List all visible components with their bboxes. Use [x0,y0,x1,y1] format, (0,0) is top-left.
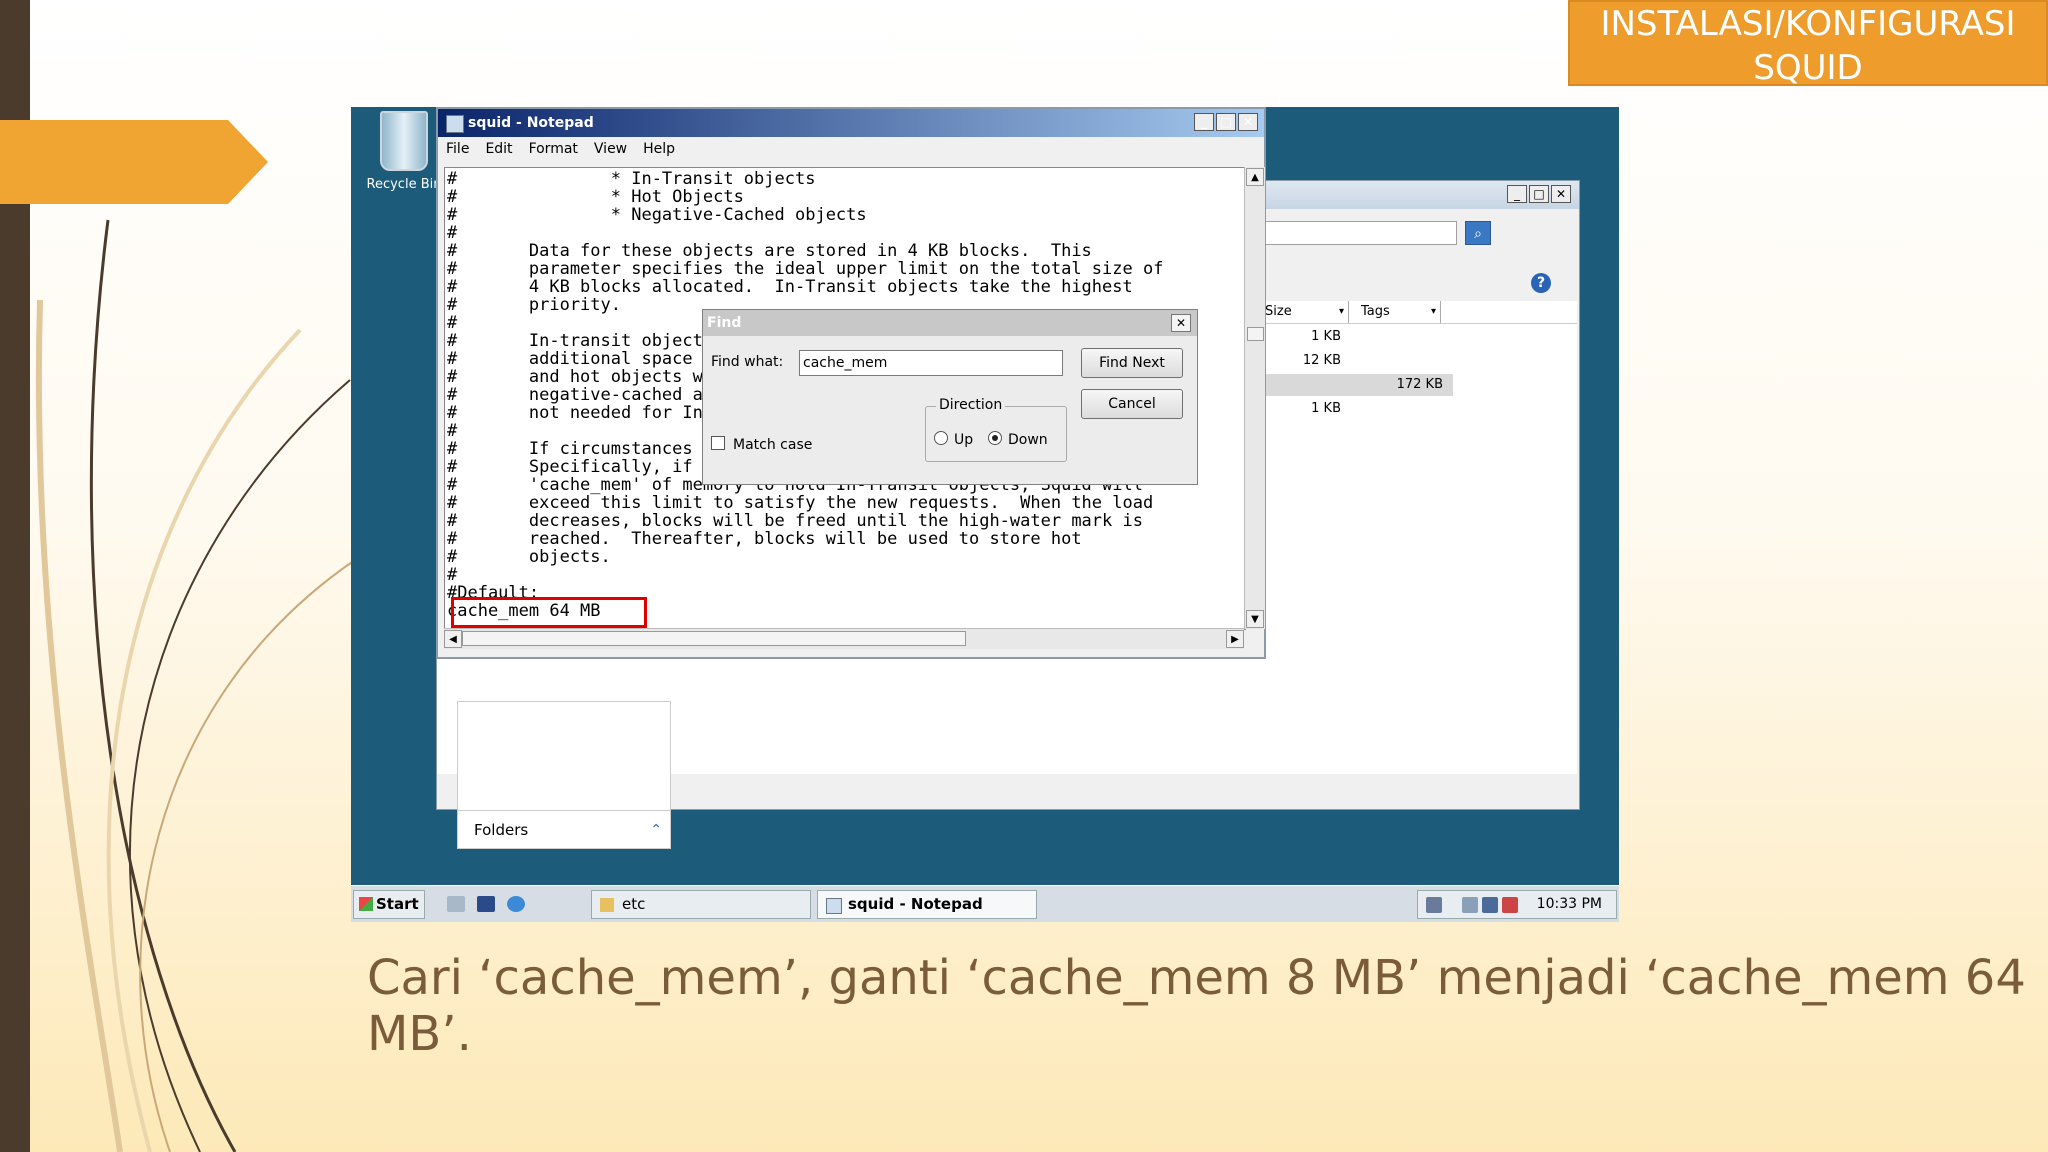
system-tray: 10:33 PM [1417,890,1617,919]
display-icon[interactable] [1462,897,1478,913]
list-item-size[interactable]: 12 KB [1259,350,1351,372]
slide-title-line1: INSTALASI/KONFIGURASI [1600,4,2016,44]
close-button[interactable]: ✕ [1551,185,1571,203]
notepad-title: squid - Notepad [468,115,594,131]
task-squid-notepad[interactable]: squid - Notepad [817,890,1037,919]
windows-screenshot: Recycle Bin _ □ ✕ rch ⌕ ? Size ▾ Tags ▾ … [351,107,1619,922]
slide-title-line2: SQUID [1753,48,1863,88]
cancel-button[interactable]: Cancel [1081,389,1183,419]
slide-caption: Cari ‘cache_mem’, ganti ‘cache_mem 8 MB’… [367,950,2026,1062]
vertical-scrollbar[interactable]: ▲ ▼ [1244,167,1265,629]
menu-bar: File Edit Format View Help [438,137,1264,161]
direction-group: Direction Up Down [925,397,1067,462]
powershell-icon[interactable] [477,896,495,912]
maximize-button[interactable]: □ [1216,113,1236,131]
taskbar: Start etc squid - Notepad 10:33 PM [351,885,1619,922]
connection-icon[interactable] [1482,897,1498,913]
folders-label: Folders [474,821,529,839]
notepad-titlebar: squid - Notepad _ □ ✕ [438,109,1264,137]
close-button[interactable]: ✕ [1238,113,1258,131]
chevron-up-icon: ⌃ [650,822,662,838]
scroll-down-icon[interactable]: ▼ [1246,610,1264,628]
internet-explorer-icon[interactable] [507,896,525,912]
maximize-button[interactable]: □ [1529,185,1549,203]
recycle-bin-icon [380,111,428,171]
network-icon[interactable] [1426,897,1442,913]
find-what-label: Find what: [711,354,784,370]
vertical-scroll-thumb[interactable] [1247,327,1264,341]
notepad-icon [826,898,842,914]
checkbox-icon [711,436,725,450]
find-next-button[interactable]: Find Next [1081,348,1183,378]
horizontal-scrollbar[interactable]: ◀ ▶ [444,628,1244,649]
column-size[interactable]: Size ▾ [1259,301,1349,323]
task-etc[interactable]: etc [591,890,811,919]
clock[interactable]: 10:33 PM [1537,891,1602,918]
server-manager-icon[interactable] [447,896,465,912]
menu-edit[interactable]: Edit [485,137,512,161]
chevron-down-icon[interactable]: ▾ [1431,301,1436,323]
orange-arrow-shape [0,120,268,204]
chevron-down-icon[interactable]: ▾ [1339,301,1344,323]
radio-icon [934,431,948,445]
minimize-button[interactable]: _ [1194,113,1214,131]
minimize-button[interactable]: _ [1507,185,1527,203]
list-item-size-selected[interactable]: 172 KB [1259,374,1453,396]
match-case-checkbox[interactable]: Match case [711,436,812,453]
scroll-up-icon[interactable]: ▲ [1246,168,1264,186]
menu-file[interactable]: File [446,137,469,161]
notepad-icon [446,115,464,133]
horizontal-scroll-thumb[interactable] [462,631,966,646]
volume-muted-icon[interactable] [1502,897,1518,913]
list-item-size[interactable]: 1 KB [1259,326,1351,348]
find-dialog: Find ✕ Find what: cache_mem Find Next Ca… [702,309,1198,485]
radio-selected-icon [988,431,1002,445]
menu-help[interactable]: Help [643,137,675,161]
direction-up-radio[interactable]: Up [934,431,973,448]
find-title: Find [707,315,742,331]
menu-view[interactable]: View [594,137,627,161]
direction-label: Direction [936,397,1006,413]
start-button[interactable]: Start [353,890,425,919]
windows-logo-icon [359,897,373,911]
help-icon[interactable]: ? [1531,273,1551,293]
slide-title: INSTALASI/KONFIGURASI SQUID [1568,0,2048,88]
menu-format[interactable]: Format [529,137,578,161]
cache-mem-highlight-box [451,597,647,628]
direction-down-radio[interactable]: Down [988,431,1048,448]
folder-icon [600,898,614,912]
navigation-pane: Folders ⌃ [457,701,671,849]
scroll-left-icon[interactable]: ◀ [444,630,462,648]
scroll-right-icon[interactable]: ▶ [1226,630,1244,648]
folders-toggle[interactable]: Folders ⌃ [458,810,670,848]
list-item-size[interactable]: 1 KB [1259,398,1351,420]
find-what-input[interactable]: cache_mem [799,350,1063,376]
search-icon[interactable]: ⌕ [1465,221,1491,245]
notepad-window: squid - Notepad _ □ ✕ File Edit Format V… [436,107,1266,659]
recycle-bin-label: Recycle Bin [366,177,442,192]
column-tags[interactable]: Tags ▾ [1351,301,1441,323]
find-titlebar: Find ✕ [703,310,1197,336]
close-icon[interactable]: ✕ [1171,314,1191,332]
